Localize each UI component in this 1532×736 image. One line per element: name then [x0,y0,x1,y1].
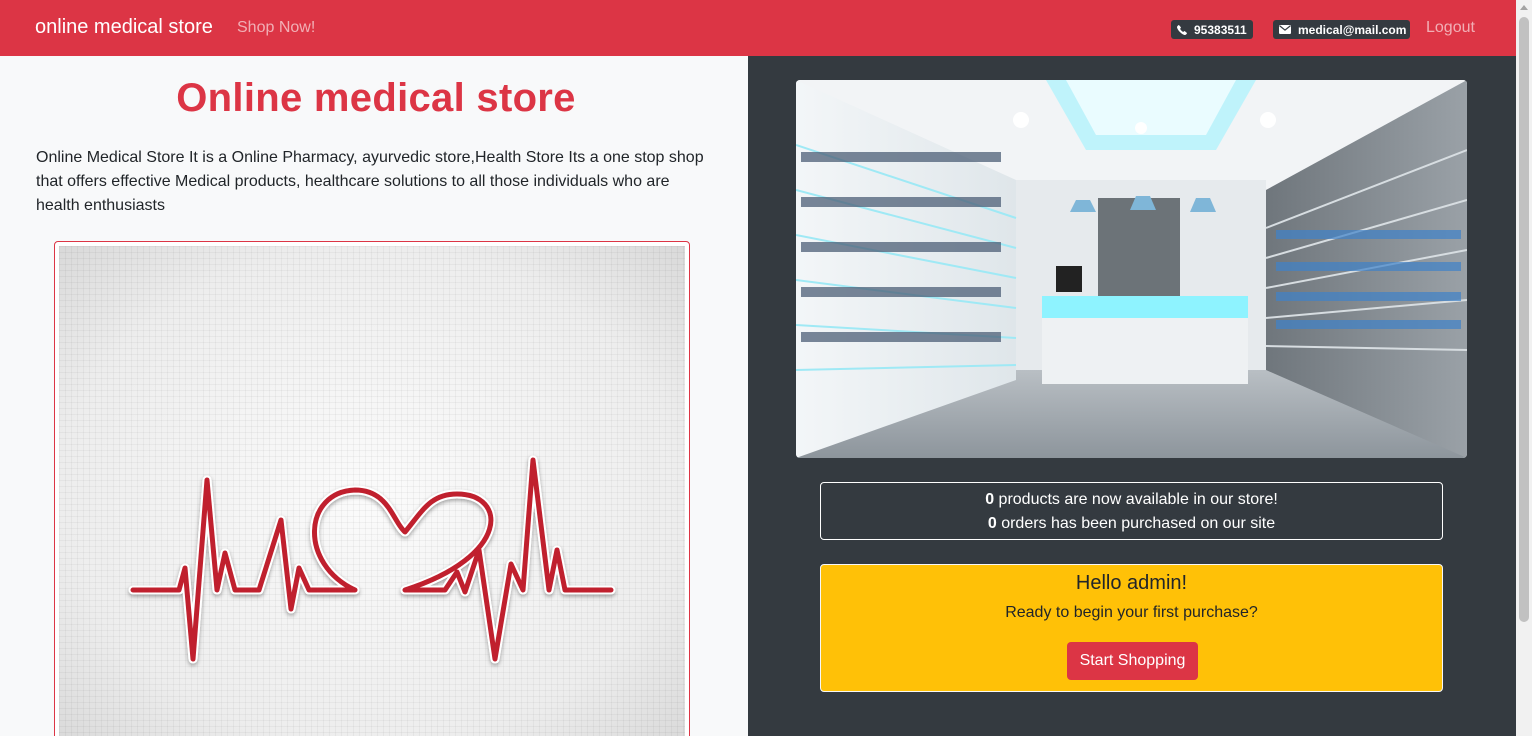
products-count: 0 [985,491,995,508]
intro-paragraph: Online Medical Store It is a Online Phar… [36,149,704,214]
page-title: Online medical store [176,76,576,120]
heartbeat-image-card [54,241,690,736]
welcome-subtitle: Ready to begin your first purchase? [1005,604,1258,621]
phone-number: 95383511 [1194,22,1247,37]
products-stat: 0 products are now available in our stor… [821,488,1442,512]
orders-stat: 0 orders has been purchased on our site [821,512,1442,536]
envelope-icon [1279,25,1291,34]
heartbeat-heart-graphic [128,455,616,664]
start-shopping-button[interactable]: Start Shopping [1067,642,1198,680]
welcome-title: Hello admin! [1075,572,1188,594]
shop-now-link[interactable]: Shop Now! [237,19,315,37]
scroll-up-arrow-icon[interactable] [1520,5,1528,10]
heartbeat-image [59,246,685,736]
brand-link[interactable]: online medical store [35,16,213,39]
welcome-card: Hello admin! Ready to begin your first p… [820,564,1443,692]
phone-icon [1177,24,1187,35]
products-stat-text: products are now available in our store! [994,491,1278,508]
page-scrollbar[interactable] [1516,0,1532,736]
pharmacy-store-photo [796,80,1467,458]
store-stats-box: 0 products are now available in our stor… [820,482,1443,540]
navbar: online medical store Shop Now! 95383511 … [0,0,1516,56]
email-badge: medical@mail.com [1273,20,1410,39]
scroll-thumb[interactable] [1519,17,1529,622]
orders-stat-text: orders has been purchased on our site [996,515,1276,532]
orders-count: 0 [987,515,997,532]
email-address: medical@mail.com [1298,22,1407,37]
phone-badge: 95383511 [1171,20,1253,39]
intro-section: Online medical store Online Medical Stor… [0,56,748,736]
logout-link[interactable]: Logout [1426,19,1475,37]
